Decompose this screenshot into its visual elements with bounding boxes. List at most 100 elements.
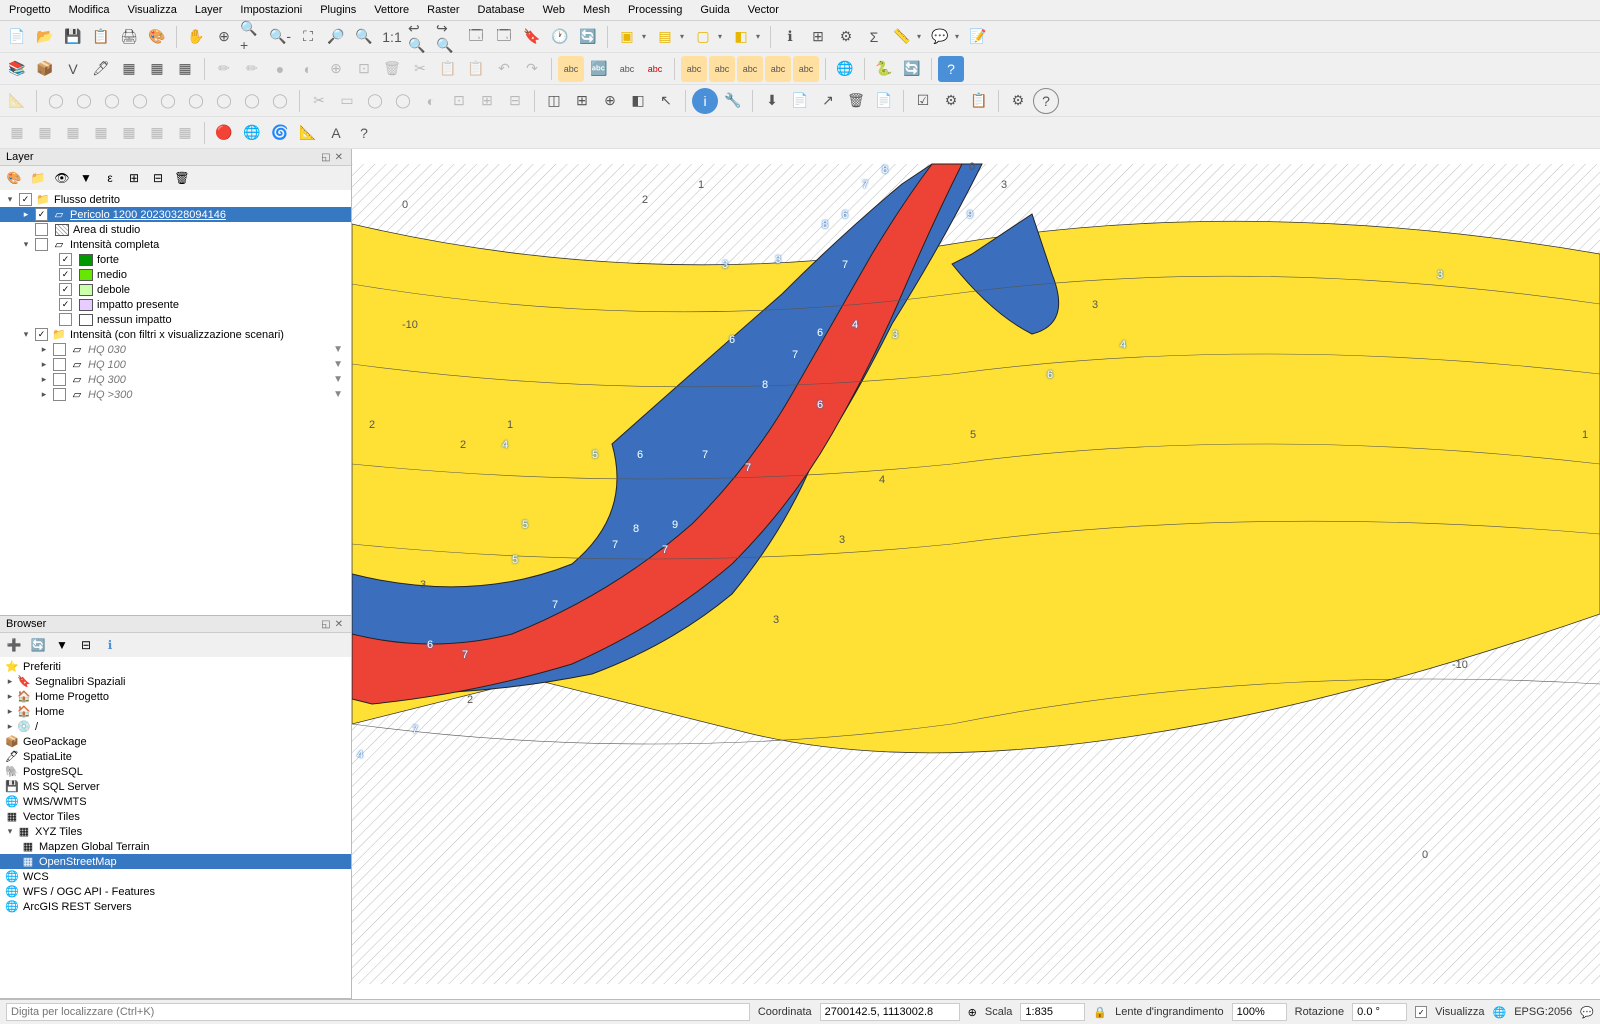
zoom-out-button[interactable]: 🔍- (267, 24, 293, 50)
browser-wcs[interactable]: 🌐WCS (0, 869, 351, 884)
adv-edit-6[interactable]: ◯ (183, 88, 209, 114)
browser-refresh-icon[interactable]: 🔄 (29, 636, 47, 654)
panel-close-icon[interactable]: ✕ (333, 152, 345, 163)
show-bookmarks-button[interactable]: 🕐 (547, 24, 573, 50)
decoration-4[interactable]: ◧ (625, 88, 651, 114)
select-features-button[interactable]: ▣ (614, 24, 640, 50)
shape-edit-7[interactable]: ⊞ (474, 88, 500, 114)
digitize-button[interactable]: ◐ (295, 56, 321, 82)
zoom-in-button[interactable]: 🔍+ (239, 24, 265, 50)
mesh-tool-1[interactable]: ▦ (4, 120, 30, 146)
filter-icon[interactable]: ▼ (333, 344, 343, 355)
shape-edit-5[interactable]: ◐ (418, 88, 444, 114)
label-tool-3[interactable]: abc (614, 56, 640, 82)
zoom-full-button[interactable]: ⛶ (295, 24, 321, 50)
plugin-tool-4[interactable]: 📐 (295, 120, 321, 146)
filter-icon[interactable]: ▼ (333, 374, 343, 385)
browser-wfs[interactable]: 🌐WFS / OGC API - Features (0, 884, 351, 899)
filter-icon[interactable]: ▼ (333, 389, 343, 400)
tree-legend-forte[interactable]: ✓forte (0, 252, 351, 267)
browser-arcgis[interactable]: 🌐ArcGIS REST Servers (0, 899, 351, 914)
label-change-button[interactable]: abc (793, 56, 819, 82)
browser-collapse-icon[interactable]: ⊟ (77, 636, 95, 654)
shape-edit-6[interactable]: ⊡ (446, 88, 472, 114)
adv-edit-5[interactable]: ◯ (155, 88, 181, 114)
browser-home[interactable]: ▸🏠Home (0, 704, 351, 719)
undo-button[interactable]: ↶ (491, 56, 517, 82)
field-calc-button[interactable]: ⚙ (833, 24, 859, 50)
layer-expand-icon[interactable]: ⊞ (125, 169, 143, 187)
select-value-button[interactable]: ▤ (652, 24, 678, 50)
browser-add-icon[interactable]: ➕ (5, 636, 23, 654)
menu-mesh[interactable]: Mesh (579, 2, 614, 18)
label-tool-2[interactable]: 🔤 (586, 56, 612, 82)
mesh-tool-7[interactable]: ▦ (172, 120, 198, 146)
menu-plugins[interactable]: Plugins (316, 2, 360, 18)
help-button[interactable]: ? (938, 56, 964, 82)
new-mesh-button[interactable]: ▦ (172, 56, 198, 82)
page-button[interactable]: 📄 (787, 88, 813, 114)
tree-legend-nessun[interactable]: nessun impatto (0, 312, 351, 327)
delete-button[interactable]: 🗑 (379, 56, 405, 82)
zoom-native-button[interactable]: 1:1 (379, 24, 405, 50)
refresh-button[interactable]: 🔄 (575, 24, 601, 50)
menu-visualizza[interactable]: Visualizza (124, 2, 181, 18)
processing-button[interactable]: 🔄 (899, 56, 925, 82)
messages-icon[interactable]: 💬 (1580, 1006, 1594, 1019)
browser-mssql[interactable]: 💾MS SQL Server (0, 779, 351, 794)
decoration-1[interactable]: ◫ (541, 88, 567, 114)
label-show-button[interactable]: abc (709, 56, 735, 82)
menu-layer[interactable]: Layer (191, 2, 227, 18)
decoration-5[interactable]: ↖ (653, 88, 679, 114)
new-spatialite-button[interactable]: 🖊 (88, 56, 114, 82)
new-geopackage-button[interactable]: 📦 (32, 56, 58, 82)
magnifier-input[interactable] (1232, 1003, 1287, 1021)
data-source-button[interactable]: 📚 (4, 56, 30, 82)
question-button[interactable]: ? (1033, 88, 1059, 114)
download-button[interactable]: ⬇ (759, 88, 785, 114)
adv-edit-2[interactable]: ◯ (71, 88, 97, 114)
render-checkbox[interactable]: ✓ (1415, 1006, 1427, 1018)
filter-icon[interactable]: ▼ (333, 359, 343, 370)
save-button[interactable]: 💾 (60, 24, 86, 50)
shape-edit-1[interactable]: ✂ (306, 88, 332, 114)
layer-remove-icon[interactable]: 🗑 (173, 169, 191, 187)
browser-preferiti[interactable]: ⭐Preferiti (0, 659, 351, 674)
identify-button[interactable]: ℹ (777, 24, 803, 50)
export-button[interactable]: ↗ (815, 88, 841, 114)
lock-icon[interactable]: 🔒 (1093, 1006, 1107, 1019)
browser-filter-icon[interactable]: ▼ (53, 636, 71, 654)
mesh-tool-5[interactable]: ▦ (116, 120, 142, 146)
menu-processing[interactable]: Processing (624, 2, 686, 18)
save-edits-button[interactable]: ✏ (239, 56, 265, 82)
shape-edit-8[interactable]: ⊟ (502, 88, 528, 114)
browser-xyz[interactable]: ▾▦XYZ Tiles (0, 824, 351, 839)
tree-layer-hq030[interactable]: ▸▱HQ 030▼ (0, 342, 351, 357)
browser-vector-tiles[interactable]: ▦Vector Tiles (0, 809, 351, 824)
deselect-button[interactable]: ▢ (690, 24, 716, 50)
statistics-button[interactable]: Σ (861, 24, 887, 50)
tree-layer-intensita-filtri[interactable]: ▾✓📁Intensità (con filtri x visualizzazio… (0, 327, 351, 342)
tree-layer-area[interactable]: Area di studio (0, 222, 351, 237)
new-map-view-button[interactable]: 🗔 (463, 24, 489, 50)
new-3d-view-button[interactable]: 🗔 (491, 24, 517, 50)
adv-edit-9[interactable]: ◯ (267, 88, 293, 114)
locator-input[interactable] (6, 1003, 750, 1021)
mesh-tool-2[interactable]: ▦ (32, 120, 58, 146)
add-feature-button[interactable]: ● (267, 56, 293, 82)
menu-web[interactable]: Web (539, 2, 569, 18)
crs-icon[interactable]: 🌐 (1493, 1006, 1507, 1019)
panel-dock-icon[interactable]: ◱ (319, 619, 332, 630)
paste-button[interactable]: 📋 (463, 56, 489, 82)
zoom-next-button[interactable]: ↪🔍 (435, 24, 461, 50)
tree-layer-hq100[interactable]: ▸▱HQ 100▼ (0, 357, 351, 372)
doc-button[interactable]: 📄 (871, 88, 897, 114)
new-bookmark-button[interactable]: 🔖 (519, 24, 545, 50)
tree-legend-impatto[interactable]: ✓impatto presente (0, 297, 351, 312)
copy-doc-button[interactable]: 📋 (966, 88, 992, 114)
panel-close-icon[interactable]: ✕ (333, 619, 345, 630)
menu-progetto[interactable]: Progetto (5, 2, 55, 18)
mesh-tool-3[interactable]: ▦ (60, 120, 86, 146)
browser-geopackage[interactable]: 📦GeoPackage (0, 734, 351, 749)
cut-button[interactable]: ✂ (407, 56, 433, 82)
